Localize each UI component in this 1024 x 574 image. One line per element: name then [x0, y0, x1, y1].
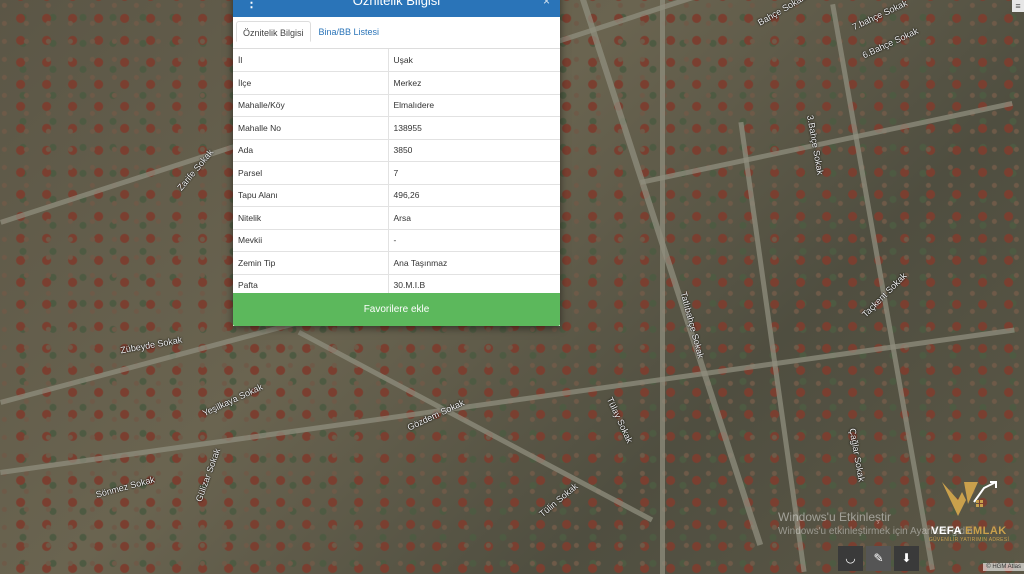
table-row: İlçe Merkez — [233, 71, 560, 95]
menu-icon[interactable]: ⋮ — [245, 0, 258, 14]
tab-building-list[interactable]: Bina/BB Listesi — [313, 21, 386, 42]
vefa-emlak-logo: VEFA EMLAK GÜVENİLİR YATIRIMIN ADRESİ — [918, 478, 1020, 543]
layers-icon[interactable]: ≡ — [1012, 0, 1024, 12]
attribute-key: Parsel — [233, 161, 389, 185]
attribute-value: Merkez — [388, 71, 560, 95]
attribute-key: Mahalle No — [233, 116, 389, 140]
logo-name-part1: VEFA — [931, 525, 962, 537]
tab-attribute-info[interactable]: Öznitelik Bilgisi — [236, 21, 311, 42]
street-label: Sönmez Sokak — [94, 474, 156, 500]
street-label: Çağlar Sokak — [847, 427, 867, 483]
logo-name-part2: EMLAK — [965, 525, 1007, 537]
panel-title: Öznitelik Bilgisi — [352, 0, 441, 8]
table-row: Tapu Alanı 496,26 — [233, 184, 560, 207]
attribute-key: Ada — [233, 139, 389, 162]
attribute-value: Arsa — [388, 206, 560, 230]
table-row: Mevkii - — [233, 229, 560, 252]
table-row: Mahalle No 138955 — [233, 116, 560, 140]
attribute-key: Nitelik — [233, 206, 389, 230]
eye-slash-icon[interactable]: ◡ — [838, 546, 863, 571]
attribute-key: İl — [233, 49, 389, 72]
attribute-value: 3850 — [388, 139, 560, 162]
street-label: Tülay Sokak — [604, 395, 635, 445]
street-label: Gülizar Sokak — [193, 446, 223, 504]
table-row: Zemin Tip Ana Taşınmaz — [233, 251, 560, 275]
map-attribution[interactable]: © HGM Atlas — [983, 563, 1024, 571]
attribute-value: 138955 — [388, 116, 560, 140]
table-row: İl Uşak — [233, 49, 560, 72]
table-row: Mahalle/Köy Elmalıdere — [233, 94, 560, 117]
tab-bar: Öznitelik Bilgisi Bina/BB Listesi — [233, 17, 560, 49]
street-label: Bahçe Sokak — [756, 0, 807, 28]
table-row: Nitelik Arsa — [233, 206, 560, 230]
panel-header: ⋮ Öznitelik Bilgisi × — [233, 0, 560, 17]
street-label: Zübeyde Sokak — [119, 334, 183, 356]
street-label: 7.bahçe Sokak — [850, 0, 909, 33]
logo-mark-icon — [942, 481, 997, 516]
logo-name: VEFA EMLAK — [918, 525, 1020, 537]
street-label: Zarife Sokak — [175, 147, 216, 193]
attribute-key: Zemin Tip — [233, 251, 389, 275]
street-label: Tatlıbahçe Sokak — [678, 290, 706, 360]
bottom-toolbar: ◡ ✎ ⬇ — [838, 546, 919, 571]
table-row: Parsel 7 — [233, 161, 560, 185]
activation-watermark-title: Windows'u Etkinleştir — [778, 510, 891, 524]
attribute-key: Tapu Alanı — [233, 184, 389, 207]
attribute-value: - — [388, 229, 560, 252]
attribute-value: Uşak — [388, 49, 560, 72]
logo-tagline: GÜVENİLİR YATIRIMIN ADRESİ — [928, 537, 1010, 543]
attribute-value: 7 — [388, 161, 560, 185]
add-to-favorites-button[interactable]: Favorilere ekle — [233, 293, 560, 326]
attribute-info-panel: ⋮ Öznitelik Bilgisi × Öznitelik Bilgisi … — [233, 0, 560, 326]
attribute-key: Mahalle/Köy — [233, 94, 389, 117]
street-label: 6.Bahçe Sokak — [860, 25, 920, 61]
attribute-value: 496,26 — [388, 184, 560, 207]
bookmark-icon[interactable]: ⬇ — [894, 546, 919, 571]
attribute-value: Elmalıdere — [388, 94, 560, 117]
attribute-value: Ana Taşınmaz — [388, 251, 560, 275]
attribute-key: Mevkii — [233, 229, 389, 252]
attribute-key: İlçe — [233, 71, 389, 95]
street-label: Tülin Sokak — [537, 481, 580, 519]
attribute-table: İl Uşak İlçe Merkez Mahalle/Köy Elmalıdere Mah… — [233, 49, 560, 297]
pen-icon[interactable]: ✎ — [866, 546, 891, 571]
table-row: Ada 3850 — [233, 139, 560, 162]
street-label: Yeşilkaya Sokak — [200, 381, 265, 419]
close-icon[interactable]: × — [543, 0, 550, 12]
